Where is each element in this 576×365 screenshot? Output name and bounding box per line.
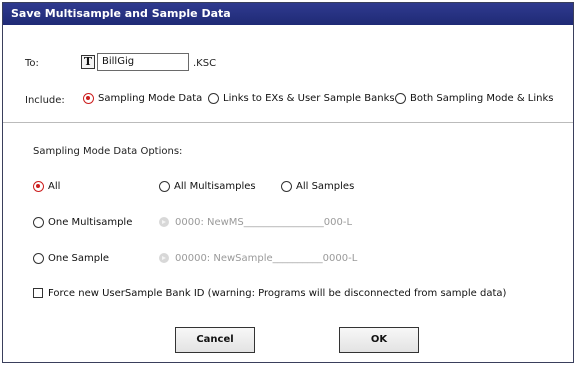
radio-unselected-icon [33, 217, 44, 228]
save-multisample-dialog: Save Multisample and Sample Data To: T B… [2, 2, 574, 363]
radio-label: Links to EXs & User Sample Banks [223, 93, 395, 104]
include-both-radio[interactable]: Both Sampling Mode & Links [395, 93, 554, 104]
to-label: To: [25, 58, 39, 69]
popup-arrow-icon [159, 253, 169, 263]
scope-all-radio[interactable]: All [33, 181, 60, 192]
radio-unselected-icon [395, 93, 406, 104]
include-sampling-mode-radio[interactable]: Sampling Mode Data [83, 93, 202, 104]
radio-label: All Samples [296, 181, 355, 192]
radio-label: Sampling Mode Data [98, 93, 203, 104]
filename-field[interactable]: BillGig [97, 53, 189, 71]
radio-label: One Multisample [48, 217, 133, 228]
options-heading: Sampling Mode Data Options: [33, 146, 183, 157]
radio-unselected-icon [281, 181, 292, 192]
popup-arrow-icon [159, 217, 169, 227]
multisample-selector[interactable]: 0000: NewMS________________000-L [159, 217, 352, 228]
radio-unselected-icon [159, 181, 170, 192]
text-edit-icon[interactable]: T [81, 55, 95, 69]
force-bank-id-checkbox[interactable]: Force new UserSample Bank ID (warning: P… [33, 288, 506, 299]
scope-all-multisamples-radio[interactable]: All Multisamples [159, 181, 256, 192]
section-divider [3, 122, 573, 123]
sample-selector[interactable]: 00000: NewSample__________0000-L [159, 253, 357, 264]
sample-value: 00000: NewSample__________0000-L [175, 253, 358, 264]
radio-unselected-icon [208, 93, 219, 104]
force-bank-label: Force new UserSample Bank ID (warning: P… [48, 288, 507, 299]
scope-all-samples-radio[interactable]: All Samples [281, 181, 354, 192]
radio-selected-icon [83, 93, 94, 104]
include-label: Include: [25, 95, 65, 106]
radio-selected-icon [33, 181, 44, 192]
radio-label: All Multisamples [174, 181, 256, 192]
cancel-button[interactable]: Cancel [175, 327, 255, 353]
radio-label: One Sample [48, 253, 110, 264]
one-sample-radio[interactable]: One Sample [33, 253, 109, 264]
radio-label: Both Sampling Mode & Links [410, 93, 554, 104]
ok-button[interactable]: OK [339, 327, 419, 353]
file-extension: .KSC [193, 58, 217, 69]
one-multisample-radio[interactable]: One Multisample [33, 217, 132, 228]
dialog-title: Save Multisample and Sample Data [3, 3, 573, 25]
radio-label: All [48, 181, 61, 192]
checkbox-icon [33, 288, 43, 298]
multisample-value: 0000: NewMS________________000-L [175, 217, 353, 228]
radio-unselected-icon [33, 253, 44, 264]
include-links-radio[interactable]: Links to EXs & User Sample Banks [208, 93, 395, 104]
